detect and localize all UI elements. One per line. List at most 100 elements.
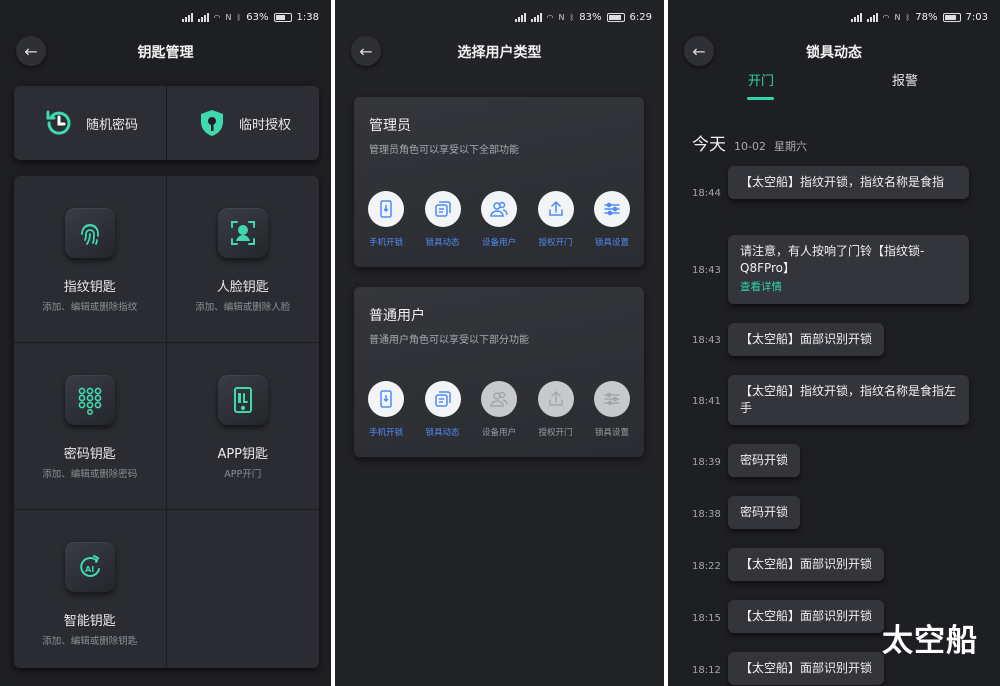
signal-icon (181, 12, 193, 22)
feature-settings: 锁具设置 (584, 191, 640, 248)
role-desc: 普通用户角色可以享受以下部分功能 (369, 335, 529, 346)
feature-share-disabled: 授权开门 (528, 381, 584, 438)
feature-phone-unlock: 手机开锁 (358, 381, 414, 438)
event-time: 18:43 (692, 265, 721, 276)
event-time: 18:41 (692, 396, 721, 407)
status-bar: ◠ N ᛒ 78% 7:03 (850, 8, 988, 26)
temp-auth-label: 临时授权 (238, 117, 291, 133)
event-text: 密码开锁 (740, 505, 789, 519)
clock-refresh-icon (42, 106, 76, 140)
users-icon (481, 381, 517, 417)
feature-users: 设备用户 (471, 191, 527, 248)
key-desc: APP开门 (224, 469, 262, 480)
phone-unlock-icon (368, 191, 404, 227)
feature-label: 手机开锁 (368, 238, 403, 248)
nfc-icon: N (225, 12, 232, 22)
clock: 6:29 (629, 11, 652, 23)
nfc-icon: N (894, 12, 901, 22)
tab-bar: 开门 报警 (668, 70, 1000, 100)
event-card[interactable]: 【太空船】指纹开锁，指纹名称是食指左手 (728, 375, 969, 425)
event-card[interactable]: 【太空船】面部识别开锁 (728, 600, 885, 633)
key-name: 指纹钥匙 (63, 280, 116, 295)
ai-key-icon: AI (64, 542, 115, 592)
random-password-label: 随机密码 (85, 117, 138, 133)
event-text: 【太空船】面部识别开锁 (740, 332, 873, 346)
battery-icon (942, 12, 961, 22)
event-time: 18:44 (692, 188, 721, 199)
wifi-icon: ◠ (213, 12, 221, 22)
active-tab-indicator (747, 97, 774, 100)
sliders-icon (594, 191, 630, 227)
event-card[interactable]: 【太空船】面部识别开锁 (728, 323, 885, 356)
feature-settings-disabled: 锁具设置 (584, 381, 640, 438)
svg-text:AI: AI (85, 565, 94, 574)
battery-percent: 63% (246, 11, 269, 23)
clock: 1:38 (296, 11, 319, 23)
event-text: 【太空船】面部识别开锁 (740, 557, 873, 571)
feature-label: 授权开门 (538, 238, 573, 248)
tab-alarm[interactable]: 报警 (892, 70, 918, 89)
signal-icon (197, 12, 209, 22)
feature-activity: 锁具动态 (415, 191, 471, 248)
nfc-icon: N (558, 12, 565, 22)
empty-cell (167, 510, 320, 668)
date-header: 今天 10-02 星期六 (692, 130, 807, 155)
password-key-item[interactable]: 密码钥匙 添加、编辑或删除密码 (14, 343, 167, 510)
admin-role-card[interactable]: 管理员 管理员角色可以享受以下全部功能 手机开锁 锁具动态 设备用户 授权开门 … (354, 97, 644, 267)
signal-icon (514, 12, 526, 22)
event-time: 18:43 (692, 335, 721, 346)
user-type-screen: ◠ N ᛒ 83% 6:29 ← 选择用户类型 管理员 管理员角色可以享受以下全… (335, 0, 664, 686)
sliders-icon (594, 381, 630, 417)
page-title: 钥匙管理 (137, 45, 194, 61)
signal-icon (866, 12, 878, 22)
event-text: 密码开锁 (740, 453, 789, 467)
signal-icon (530, 12, 542, 22)
face-key-item[interactable]: 人脸钥匙 添加、编辑或删除人脸 (166, 176, 319, 343)
event-card[interactable]: 【太空船】面部识别开锁 (728, 652, 885, 685)
random-password-button[interactable]: 随机密码 (14, 86, 166, 160)
tab-open[interactable]: 开门 (748, 70, 774, 89)
smart-key-item[interactable]: AI 智能钥匙 添加、编辑或删除钥匙 (14, 510, 167, 668)
event-text: 【太空船】指纹开锁，指纹名称是食指左手 (740, 384, 957, 415)
phone-unlock-icon (368, 381, 404, 417)
key-management-screen: ◠ N ᛒ 63% 1:38 ← 钥匙管理 随机密码 临时授权 指纹钥匙 添加、… (0, 0, 331, 686)
feature-share: 授权开门 (528, 191, 584, 248)
fingerprint-key-item[interactable]: 指纹钥匙 添加、编辑或删除指纹 (14, 176, 167, 343)
activity-icon (424, 191, 461, 227)
event-time: 18:15 (692, 613, 721, 624)
key-desc: 添加、编辑或删除人脸 (195, 302, 291, 313)
normal-user-role-card[interactable]: 普通用户 普通用户角色可以享受以下部分功能 手机开锁 锁具动态 设备用户 授权开… (354, 287, 644, 457)
wifi-icon: ◠ (882, 12, 890, 22)
wifi-icon: ◠ (546, 12, 554, 22)
key-desc: 添加、编辑或删除钥匙 (42, 636, 138, 647)
share-icon (537, 381, 574, 417)
role-desc: 管理员角色可以享受以下全部功能 (369, 145, 519, 156)
face-scan-icon (217, 208, 268, 258)
event-time: 18:38 (692, 509, 721, 520)
app-key-item[interactable]: APP钥匙 APP开门 (166, 343, 319, 510)
day-label: 今天 (692, 135, 726, 155)
feature-label: 手机开锁 (368, 428, 403, 438)
key-name: 智能钥匙 (63, 614, 116, 629)
page-title: 锁具动态 (806, 45, 862, 61)
bluetooth-icon: ᛒ (905, 12, 911, 22)
event-card[interactable]: 【太空船】面部识别开锁 (728, 548, 885, 581)
event-card[interactable]: 密码开锁 (728, 444, 801, 477)
event-time: 18:22 (692, 561, 721, 572)
battery-icon (273, 12, 292, 22)
temp-auth-button[interactable]: 临时授权 (166, 86, 319, 160)
feature-label: 授权开门 (538, 428, 573, 438)
shield-key-icon (195, 106, 229, 140)
view-details-link[interactable]: 查看详情 (740, 279, 957, 296)
battery-percent: 83% (579, 11, 602, 23)
lock-activity-screen: ◠ N ᛒ 78% 7:03 ← 锁具动态 开门 报警 今天 10-02 星期六… (668, 0, 1000, 686)
share-icon (537, 191, 574, 227)
event-time: 18:12 (692, 665, 721, 676)
event-card[interactable]: 密码开锁 (728, 496, 801, 529)
event-card[interactable]: 【太空船】指纹开锁，指纹名称是食指 (728, 166, 969, 199)
feature-label: 设备用户 (481, 428, 516, 438)
role-name: 普通用户 (369, 308, 425, 324)
watermark: 太空船 (882, 623, 978, 659)
date-label: 10-02 (734, 140, 766, 153)
event-card[interactable]: 请注意，有人按响了门铃【指纹锁-Q8FPro】 查看详情 (728, 235, 969, 304)
